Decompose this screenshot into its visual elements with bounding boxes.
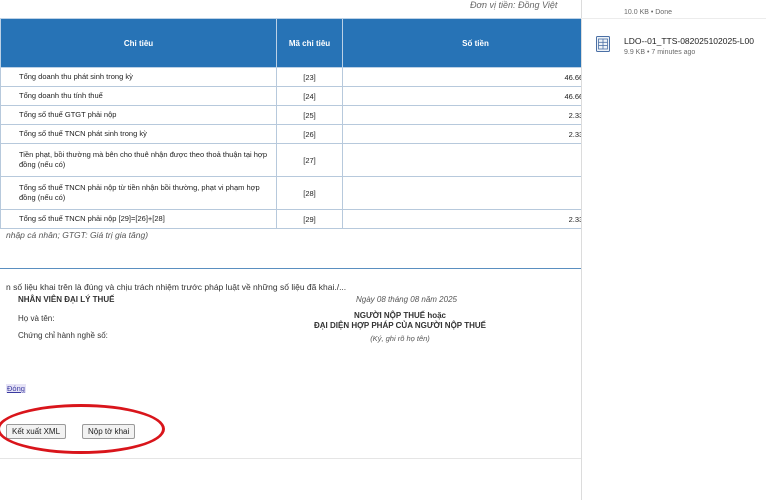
table-row: Tổng doanh thu tính thuế [24] 46.666.667 bbox=[0, 86, 609, 106]
row-code: [24] bbox=[276, 86, 343, 106]
downloads-separator bbox=[581, 18, 766, 19]
table-row: Tổng doanh thu phát sinh trong kỳ [23] 4… bbox=[0, 67, 609, 87]
row-amount: 2.333.333 bbox=[342, 124, 609, 144]
row-amount: 46.666.667 bbox=[342, 67, 609, 87]
table-row: Tổng số thuế GTGT phải nộp [25] 2.333.33… bbox=[0, 105, 609, 125]
header-amount: Số tiền bbox=[342, 18, 609, 68]
row-label: Tổng số thuế GTGT phải nộp bbox=[0, 105, 277, 125]
download-filename: LDO--01_TTS-082025102025-L00 bbox=[624, 36, 754, 46]
header-code: Mã chỉ tiêu bbox=[276, 18, 343, 68]
table-footnote: nhập cá nhân; GTGT: Giá trị gia tăng) bbox=[6, 230, 149, 240]
row-label: Tổng số thuế TNCN phải nộp từ tiền nhận … bbox=[0, 176, 277, 210]
download-meta: 10.0 KB • Done bbox=[624, 9, 672, 16]
row-code: [25] bbox=[276, 105, 343, 125]
currency-unit-label: Đơn vị tiền: Đồng Việt bbox=[470, 0, 558, 10]
row-label: Tổng số thuế TNCN phải nộp [29]=[26]+[28… bbox=[0, 209, 277, 229]
table-row: Tiền phạt, bồi thường mà bên cho thuê nh… bbox=[0, 143, 609, 177]
download-item-ldo[interactable]: LDO--01_TTS-082025102025-L00 9.9 KB • 7 … bbox=[582, 30, 766, 64]
download-item-previous[interactable]: 10.0 KB • Done bbox=[582, 0, 766, 20]
spreadsheet-file-icon bbox=[596, 36, 610, 52]
row-amount: 46.666.667 bbox=[342, 86, 609, 106]
export-xml-button[interactable]: Kết xuất XML bbox=[6, 424, 67, 439]
taxpayer-title: NGƯỜI NỘP THUẾ hoặc bbox=[354, 311, 446, 320]
downloads-panel: 10.0 KB • Done LDO--01_TTS-082025102025-… bbox=[581, 0, 766, 500]
submit-declaration-button[interactable]: Nộp tờ khai bbox=[82, 424, 136, 439]
row-amount: 0 bbox=[342, 143, 609, 177]
row-code: [26] bbox=[276, 124, 343, 144]
agent-name-label: Họ và tên: bbox=[18, 314, 55, 323]
row-label: Tổng số thuế TNCN phát sinh trong kỳ bbox=[0, 124, 277, 144]
taxpayer-representative-title: ĐẠI DIỆN HỢP PHÁP CỦA NGƯỜI NỘP THUẾ bbox=[313, 321, 486, 330]
row-label: Tổng doanh thu tính thuế bbox=[0, 86, 277, 106]
declaration-date: Ngày 08 tháng 08 năm 2025 bbox=[356, 295, 457, 304]
tax-summary-panel: Chỉ tiêu Mã chỉ tiêu Số tiền Tổng doanh … bbox=[0, 18, 609, 269]
row-code: [29] bbox=[276, 209, 343, 229]
header-indicator: Chỉ tiêu bbox=[0, 18, 277, 68]
agent-cert-label: Chứng chỉ hành nghề số: bbox=[18, 331, 108, 340]
row-label: Tổng doanh thu phát sinh trong kỳ bbox=[0, 67, 277, 87]
taxpayer-signature-block: NGƯỜI NỘP THUẾ hoặc ĐẠI DIỆN HỢP PHÁP CỦ… bbox=[300, 311, 500, 331]
table-row: Tổng số thuế TNCN phải nộp từ tiền nhận … bbox=[0, 176, 609, 210]
table-row: Tổng số thuế TNCN phát sinh trong kỳ [26… bbox=[0, 124, 609, 144]
row-code: [28] bbox=[276, 176, 343, 210]
row-amount: 0 bbox=[342, 176, 609, 210]
tax-agent-title: NHÂN VIÊN ĐẠI LÝ THUẾ bbox=[18, 295, 115, 304]
row-label: Tiền phạt, bồi thường mà bên cho thuê nh… bbox=[0, 143, 277, 177]
table-row: Tổng số thuế TNCN phải nộp [29]=[26]+[28… bbox=[0, 209, 609, 229]
declaration-text: n số liệu khai trên là đúng và chịu trác… bbox=[6, 282, 347, 292]
download-meta: 9.9 KB • 7 minutes ago bbox=[624, 49, 696, 56]
page-divider bbox=[0, 458, 608, 459]
tax-summary-table: Chỉ tiêu Mã chỉ tiêu Số tiền Tổng doanh … bbox=[0, 18, 609, 229]
close-link[interactable]: Đóng bbox=[6, 384, 26, 393]
row-code: [23] bbox=[276, 67, 343, 87]
row-amount: 2.333.333 bbox=[342, 209, 609, 229]
sign-instruction: (Ký, ghi rõ họ tên) bbox=[370, 334, 430, 343]
row-amount: 2.333.333 bbox=[342, 105, 609, 125]
row-code: [27] bbox=[276, 143, 343, 177]
